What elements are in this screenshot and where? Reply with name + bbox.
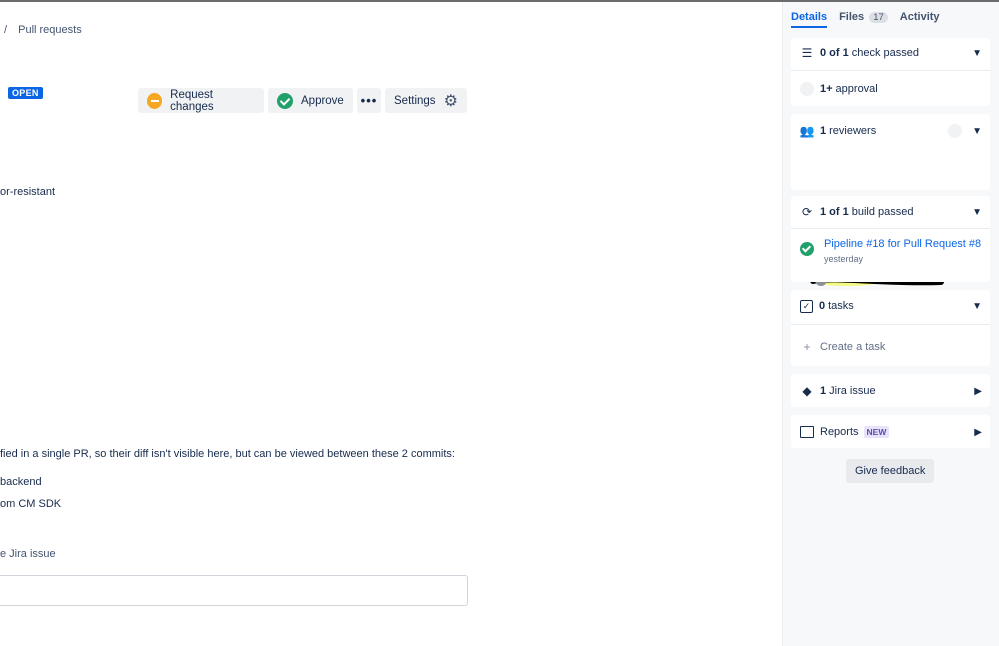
approve-check-icon (277, 92, 293, 109)
people-icon: 👥 (799, 124, 815, 138)
request-changes-icon (147, 92, 163, 109)
new-badge: NEW (863, 426, 890, 438)
description-line: backend (0, 476, 42, 488)
task-checkbox-icon: ✓ (800, 299, 813, 313)
tab-details[interactable]: Details (791, 11, 828, 28)
approve-label: Approve (301, 94, 344, 107)
pending-status-icon (800, 82, 814, 96)
pipeline-entry: Pipeline #18 for Pull Request #8 yesterd… (824, 238, 981, 264)
description-line: fied in a single PR, so their diff isn't… (0, 448, 455, 460)
request-changes-label: Request changes (170, 88, 214, 113)
checks-count: 0 of 1 (820, 47, 849, 59)
approval-check-item: 1+ approval (791, 76, 990, 102)
chevron-right-icon[interactable]: ▶ (974, 427, 982, 438)
reports-card[interactable]: Reports NEW ▶ (791, 415, 990, 448)
chevron-down-icon[interactable]: ▼ (972, 207, 982, 218)
gear-icon: ⚙ (443, 92, 458, 110)
settings-button[interactable]: Settings ⚙ (385, 88, 467, 113)
description-line: or-resistant (0, 186, 56, 198)
details-sidebar: Details Files 17 Activity ☰ 0 of 1 check… (782, 2, 999, 646)
divider (791, 70, 990, 71)
status-badge: OPEN (8, 87, 43, 99)
chevron-down-icon[interactable]: ▼ (972, 301, 982, 312)
builds-header[interactable]: ⟳ 1 of 1 build passed ▼ (791, 199, 990, 225)
pipeline-time: yesterday (824, 254, 864, 264)
jira-icon: ◆ (802, 384, 812, 398)
builds-count: 1 of 1 (820, 206, 849, 218)
checks-header[interactable]: ☰ 0 of 1 check passed ▼ (791, 40, 990, 66)
reports-header: Reports NEW ▶ (791, 419, 990, 445)
tasks-header[interactable]: ✓ 0 tasks ▼ (791, 293, 990, 319)
chevron-down-icon[interactable]: ▼ (972, 48, 982, 59)
add-reviewer-avatar[interactable] (948, 124, 962, 138)
create-task-label: Create a task (820, 341, 886, 353)
refresh-icon: ⟳ (801, 205, 813, 219)
jira-count: 1 (820, 385, 827, 397)
tasks-count: 0 (819, 300, 826, 312)
reviewers-card: 👥 1 reviewers ▼ (791, 114, 990, 286)
reviewers-count: 1 (820, 125, 827, 137)
files-count-badge: 17 (869, 12, 888, 23)
reviewers-header[interactable]: 👥 1 reviewers ▼ (791, 118, 990, 144)
build-success-icon (800, 242, 814, 256)
give-feedback-button[interactable]: Give feedback (846, 459, 935, 483)
breadcrumb: / Pull requests (4, 24, 82, 36)
pipeline-link[interactable]: Pipeline #18 for Pull Request #8 (824, 238, 981, 250)
more-actions-button[interactable]: ••• (357, 88, 381, 113)
reviewers-label: reviewers (829, 125, 877, 137)
more-icon: ••• (360, 93, 378, 108)
create-task-button[interactable]: + Create a task (791, 334, 990, 360)
jira-label: Jira issue (829, 385, 876, 397)
comment-input[interactable] (0, 575, 468, 606)
tab-files[interactable]: Files 17 (839, 11, 888, 28)
builds-card: ⟳ 1 of 1 build passed ▼ Pipeline #18 for… (791, 196, 990, 282)
jira-header: ◆ 1 Jira issue ▶ (791, 378, 990, 404)
list-icon: ☰ (801, 46, 813, 60)
tab-activity[interactable]: Activity (900, 11, 940, 28)
reports-label: Reports (820, 426, 859, 438)
request-changes-button[interactable]: Request changes (138, 88, 264, 113)
checks-card: ☰ 0 of 1 check passed ▼ 1+ approval (791, 38, 990, 106)
divider (791, 228, 990, 229)
approve-button[interactable]: Approve (268, 88, 353, 113)
pull-request-main: / Pull requests OPEN Request changes App… (0, 2, 782, 646)
tab-files-label: Files (839, 11, 865, 23)
sidebar-tabs: Details Files 17 Activity (791, 11, 940, 28)
breadcrumb-separator: / (4, 24, 8, 36)
approval-label: approval (835, 83, 878, 95)
description-line: om CM SDK (0, 498, 62, 510)
checks-label: check passed (851, 47, 919, 59)
description-line: e Jira issue (0, 548, 56, 560)
report-panel-icon (800, 426, 814, 438)
tasks-card: ✓ 0 tasks ▼ + Create a task (791, 290, 990, 366)
tasks-label: tasks (828, 300, 854, 312)
settings-label: Settings (394, 94, 436, 107)
chevron-down-icon[interactable]: ▼ (972, 126, 982, 137)
breadcrumb-pull-requests[interactable]: Pull requests (18, 24, 82, 36)
jira-card[interactable]: ◆ 1 Jira issue ▶ (791, 374, 990, 407)
builds-label: build passed (851, 206, 914, 218)
chevron-right-icon[interactable]: ▶ (974, 386, 982, 397)
plus-icon: + (803, 340, 811, 354)
approval-count: 1+ (820, 83, 833, 95)
divider (791, 324, 990, 325)
